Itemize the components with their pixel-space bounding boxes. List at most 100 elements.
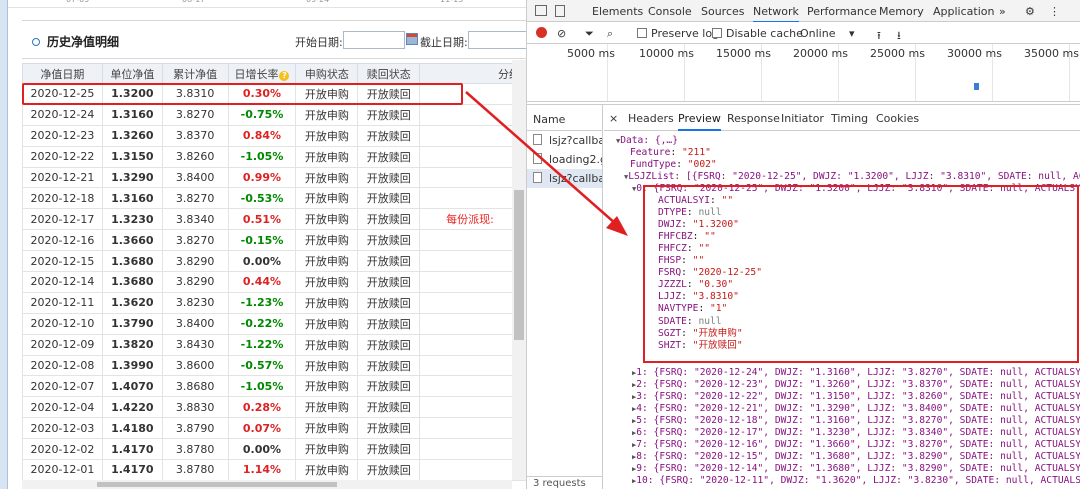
disable-cache-checkbox[interactable] [712, 28, 722, 38]
col-header-unit-nav: 单位净值 [101, 63, 163, 84]
preserve-log-label: Preserve log [651, 27, 720, 40]
table-row[interactable]: 2020-12-17 1.3230 3.8340 0.51% 开放申购 开放赎回 每份派现: [22, 208, 526, 231]
cell-dividend [419, 229, 526, 252]
close-icon[interactable]: × [609, 112, 618, 125]
tab-sources[interactable]: Sources [701, 5, 745, 18]
cell-unit-nav: 1.3620 [101, 291, 163, 314]
cell-dividend [419, 103, 526, 126]
tab-headers[interactable]: Headers [628, 112, 674, 125]
json-collapsed-item[interactable]: ▶3: {FSRQ: "2020-12-22", DWJZ: "1.3150",… [632, 391, 1080, 403]
cell-date: 2020-12-23 [22, 124, 103, 147]
json-collapsed-item[interactable]: ▶9: {FSRQ: "2020-12-14", DWJZ: "1.3680",… [632, 463, 1080, 475]
cell-cum-nav: 3.8830 [161, 396, 229, 419]
cell-date: 2020-12-21 [22, 166, 103, 189]
filter-icon[interactable]: ⏷ [585, 27, 594, 41]
cell-sell-status: 开放赎回 [357, 333, 421, 356]
json-collapsed-item[interactable]: ▶1: {FSRQ: "2020-12-24", DWJZ: "1.3160",… [632, 367, 1080, 379]
tab-preview[interactable]: Preview [678, 112, 721, 131]
request-list: Name lsjz?callba... loading2.gif lsjz?ca… [527, 105, 603, 489]
tab-network[interactable]: Network [753, 5, 799, 23]
more-tabs-icon[interactable]: » [999, 5, 1006, 18]
cell-sell-status: 开放赎回 [357, 354, 421, 377]
json-key: FundType [630, 159, 677, 170]
calendar-icon[interactable] [406, 33, 418, 45]
record-icon[interactable] [536, 27, 547, 38]
json-collapsed-item[interactable]: ▶7: {FSRQ: "2020-12-16", DWJZ: "1.3660",… [632, 439, 1080, 451]
scrollbar-thumb[interactable] [97, 482, 337, 487]
cell-sell-status: 开放赎回 [357, 103, 421, 126]
cell-daily-rate: -0.57% [227, 354, 297, 377]
disable-cache-label: Disable cache [726, 27, 803, 40]
table-row[interactable]: 2020-12-15 1.3680 3.8290 0.00% 开放申购 开放赎回 [22, 250, 526, 273]
table-row[interactable]: 2020-12-08 1.3990 3.8600 -0.57% 开放申购 开放赎回 [22, 354, 526, 377]
cell-unit-nav: 1.3160 [101, 187, 163, 210]
search-icon[interactable]: ⌕ [607, 27, 613, 41]
json-collapsed-item[interactable]: ▶5: {FSRQ: "2020-12-18", DWJZ: "1.3160",… [632, 415, 1080, 427]
tab-elements[interactable]: Elements [592, 5, 643, 18]
table-row[interactable]: 2020-12-09 1.3820 3.8430 -1.22% 开放申购 开放赎回 [22, 333, 526, 356]
tab-application[interactable]: Application [933, 5, 994, 18]
table-row[interactable]: 2020-12-22 1.3150 3.8260 -1.05% 开放申购 开放赎回 [22, 145, 526, 168]
preserve-log-checkbox[interactable] [637, 28, 647, 38]
tab-memory[interactable]: Memory [879, 5, 924, 18]
gear-icon[interactable]: ⚙ [1025, 5, 1035, 18]
cell-daily-rate: 0.99% [227, 166, 297, 189]
cell-cum-nav: 3.8270 [161, 103, 229, 126]
network-timeline[interactable]: 5000 ms 10000 ms 15000 ms 20000 ms 25000… [527, 44, 1080, 102]
json-line-lsjzlist[interactable]: ▼LSJZList: [{FSRQ: "2020-12-25", DWJZ: "… [624, 171, 1080, 183]
scrollbar-thumb[interactable] [514, 190, 524, 340]
table-row[interactable]: 2020-12-01 1.4170 3.8780 1.14% 开放申购 开放赎回 [22, 459, 526, 481]
table-row[interactable]: 2020-12-03 1.4180 3.8790 0.07% 开放申购 开放赎回 [22, 417, 526, 440]
file-icon [533, 172, 542, 183]
json-collapsed-item[interactable]: ▶10: {FSRQ: "2020-12-11", DWJZ: "1.3620"… [632, 475, 1080, 487]
table-row[interactable]: 2020-12-10 1.3790 3.8400 -0.22% 开放申购 开放赎回 [22, 312, 526, 335]
tab-cookies[interactable]: Cookies [876, 112, 919, 125]
cell-daily-rate: 0.00% [227, 250, 297, 273]
cell-unit-nav: 1.3680 [101, 250, 163, 273]
tab-performance[interactable]: Performance [807, 5, 877, 18]
cell-date: 2020-12-17 [22, 208, 103, 231]
help-icon[interactable]: ? [279, 70, 290, 81]
table-row[interactable]: 2020-12-04 1.4220 3.8830 0.28% 开放申购 开放赎回 [22, 396, 526, 419]
tab-response[interactable]: Response [727, 112, 780, 125]
table-row[interactable]: 2020-12-24 1.3160 3.8270 -0.75% 开放申购 开放赎回 [22, 103, 526, 126]
cell-buy-status: 开放申购 [295, 250, 359, 273]
table-row[interactable]: 2020-12-21 1.3290 3.8400 0.99% 开放申购 开放赎回 [22, 166, 526, 189]
table-row[interactable]: 2020-12-02 1.4170 3.8780 0.00% 开放申购 开放赎回 [22, 438, 526, 461]
table-row[interactable]: 2020-12-11 1.3620 3.8230 -1.23% 开放申购 开放赎回 [22, 291, 526, 314]
request-item-selected[interactable]: lsjz?callba... [527, 169, 602, 188]
tab-initiator[interactable]: Initiator [781, 112, 824, 125]
tab-console[interactable]: Console [648, 5, 692, 18]
inspect-icon[interactable] [535, 5, 547, 16]
throttle-select[interactable]: Online [800, 27, 835, 40]
timeline-tick: 15000 ms [716, 47, 771, 60]
cell-date: 2020-12-24 [22, 103, 103, 126]
json-line-data[interactable]: ▼Data: {,…} [616, 135, 678, 147]
timeline-tick: 30000 ms [947, 47, 1002, 60]
table-row[interactable]: 2020-12-18 1.3160 3.8270 -0.53% 开放申购 开放赎回 [22, 187, 526, 210]
table-row[interactable]: 2020-12-16 1.3660 3.8270 -0.15% 开放申购 开放赎回 [22, 229, 526, 252]
end-date-input[interactable] [468, 31, 526, 49]
json-collapsed-item[interactable]: ▶8: {FSRQ: "2020-12-15", DWJZ: "1.3680",… [632, 451, 1080, 463]
request-item[interactable]: lsjz?callba... [527, 131, 602, 150]
table-row[interactable]: 2020-12-07 1.4070 3.8680 -1.05% 开放申购 开放赎回 [22, 375, 526, 398]
kebab-menu-icon[interactable]: ⋮ [1049, 5, 1060, 18]
cell-sell-status: 开放赎回 [357, 396, 421, 419]
cell-dividend [419, 271, 526, 293]
horizontal-scrollbar[interactable] [22, 480, 512, 489]
fund-page: 07-05 08-17 09-24 11-13 历史净值明细 开始日期: 截止日… [0, 0, 527, 489]
json-collapsed-item[interactable]: ▶4: {FSRQ: "2020-12-21", DWJZ: "1.3290",… [632, 403, 1080, 415]
clear-icon[interactable]: ⊘ [557, 27, 566, 40]
table-row[interactable]: 2020-12-14 1.3680 3.8290 0.44% 开放申购 开放赎回 [22, 271, 526, 293]
vertical-scrollbar[interactable] [512, 60, 526, 480]
device-toggle-icon[interactable] [555, 5, 565, 17]
tab-timing[interactable]: Timing [831, 112, 868, 125]
request-item[interactable]: loading2.gif [527, 150, 602, 169]
table-row[interactable]: 2020-12-23 1.3260 3.8370 0.84% 开放申购 开放赎回 [22, 124, 526, 147]
json-collapsed-item[interactable]: ▶6: {FSRQ: "2020-12-17", DWJZ: "1.3230",… [632, 427, 1080, 439]
chevron-down-icon[interactable]: ▾ [849, 27, 855, 40]
json-text: 7: {FSRQ: "2020-12-16", DWJZ: "1.3660", … [636, 439, 1080, 451]
start-date-input[interactable] [343, 31, 405, 49]
network-toolbar: ⊘ ⏷ ⌕ Preserve log Disable cache Online … [527, 22, 1080, 44]
json-collapsed-item[interactable]: ▶2: {FSRQ: "2020-12-23", DWJZ: "1.3260",… [632, 379, 1080, 391]
